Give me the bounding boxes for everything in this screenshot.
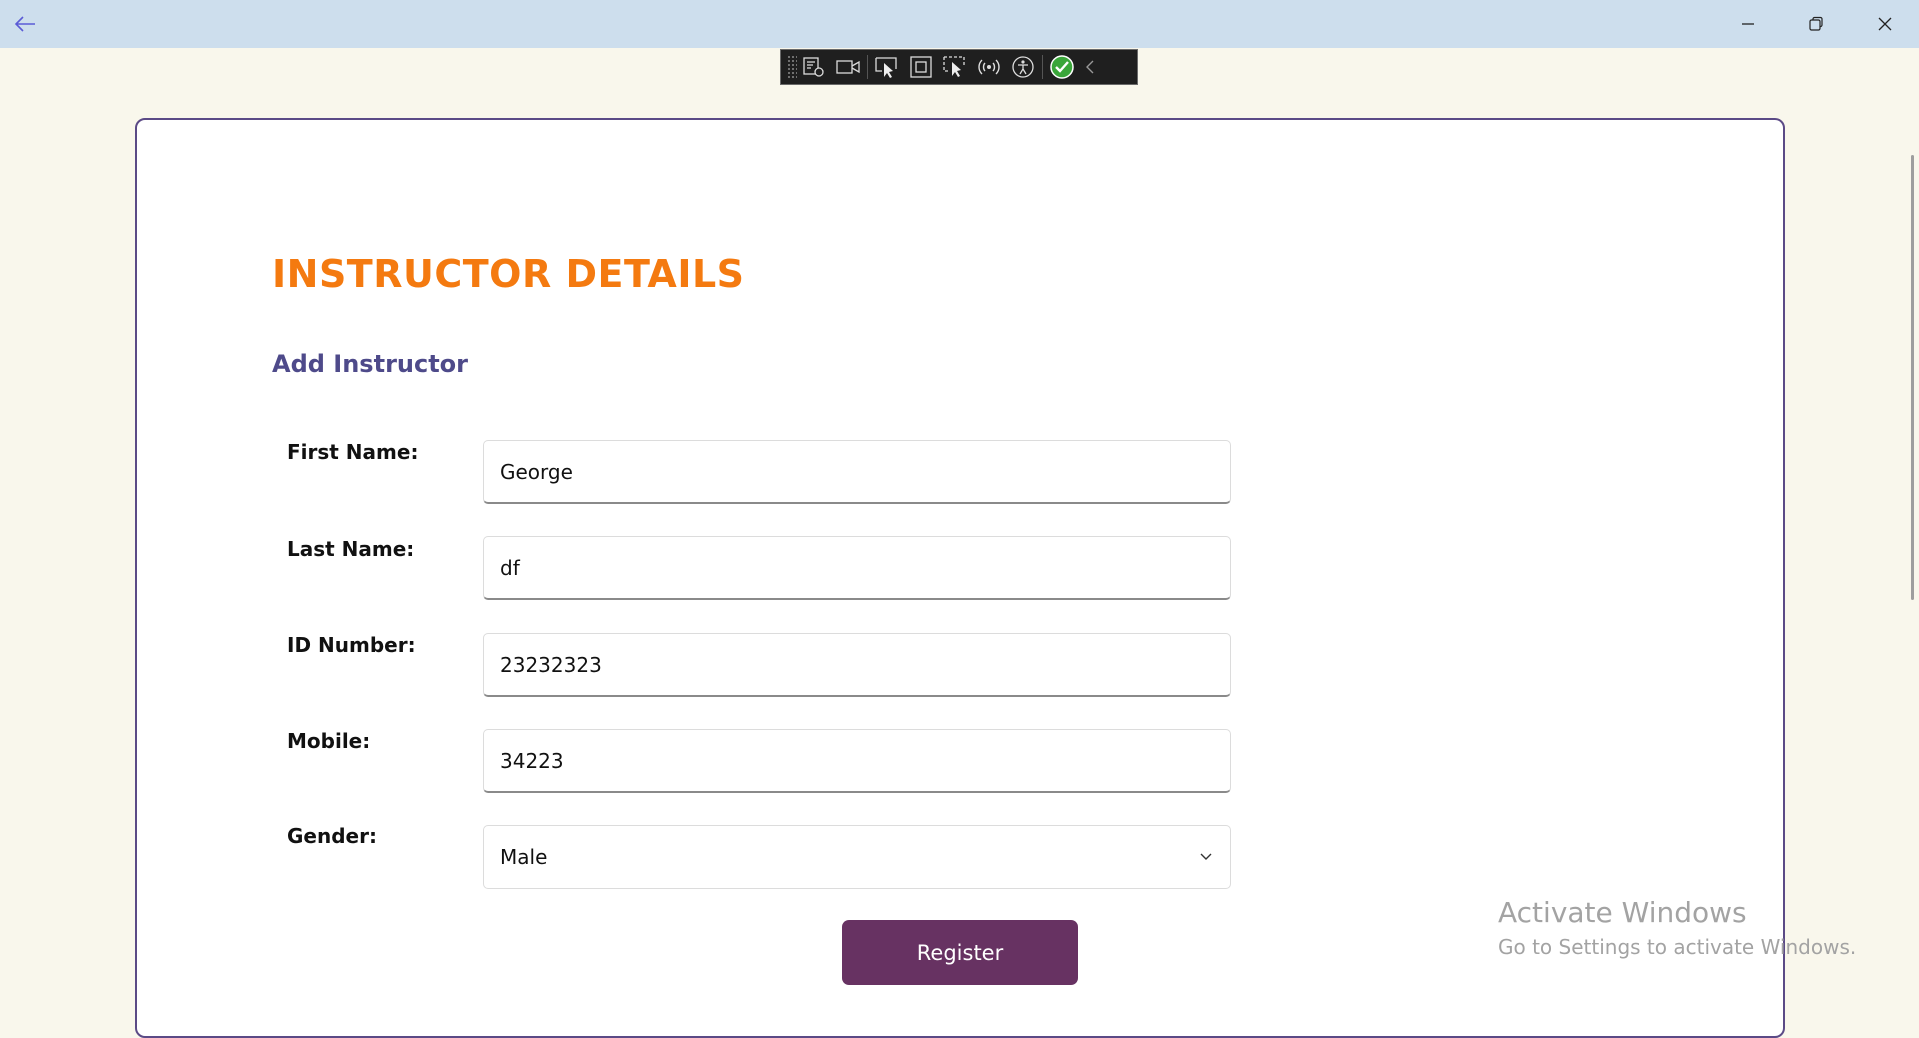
toolbar-grip[interactable] (787, 55, 797, 79)
live-visual-tree-button[interactable] (797, 52, 831, 82)
accessibility-button[interactable] (1006, 52, 1040, 82)
select-element-button[interactable] (870, 52, 904, 82)
track-focus-button[interactable] (938, 52, 972, 82)
first-name-label: First Name: (287, 440, 419, 464)
watermark-title: Activate Windows (1498, 896, 1747, 929)
xaml-debug-toolbar (780, 49, 1138, 85)
binding-check-icon (1050, 55, 1074, 79)
close-icon (1878, 17, 1892, 31)
accessibility-icon (1012, 56, 1034, 78)
video-button[interactable] (831, 52, 865, 82)
register-button[interactable]: Register (842, 920, 1078, 985)
gender-selected-value: Male (500, 845, 548, 869)
toolbar-separator (1042, 55, 1043, 79)
minimize-icon (1742, 23, 1754, 25)
live-visual-tree-icon (803, 57, 824, 77)
back-arrow-icon (14, 16, 35, 32)
window-titlebar (0, 0, 1919, 48)
restore-icon (1809, 16, 1823, 31)
mobile-input[interactable] (483, 729, 1231, 793)
binding-check-button[interactable] (1045, 52, 1079, 82)
gender-select[interactable]: Male (483, 825, 1231, 889)
id-number-input[interactable] (483, 633, 1231, 697)
back-button[interactable] (10, 10, 40, 38)
collapse-toolbar-button[interactable] (1079, 52, 1101, 82)
display-layout-adorners-icon (910, 56, 932, 78)
section-subtitle: Add Instructor (272, 350, 469, 378)
mobile-label: Mobile: (287, 729, 371, 753)
display-layout-adorners-button[interactable] (904, 52, 938, 82)
track-focus-icon (943, 56, 965, 77)
watermark-subtitle: Go to Settings to activate Windows. (1498, 935, 1857, 959)
toolbar-separator (867, 55, 868, 79)
chevron-down-icon (1200, 853, 1212, 860)
select-element-icon (875, 57, 897, 78)
minimize-button[interactable] (1714, 0, 1782, 48)
hot-reload-button[interactable] (972, 52, 1006, 82)
last-name-input[interactable] (483, 536, 1231, 600)
gender-label: Gender: (287, 824, 377, 848)
page-title: INSTRUCTOR DETAILS (272, 252, 745, 296)
vertical-scrollbar[interactable] (1911, 155, 1914, 600)
restore-button[interactable] (1782, 0, 1850, 48)
hot-reload-icon (978, 59, 1000, 75)
video-icon (836, 60, 860, 74)
last-name-label: Last Name: (287, 537, 415, 561)
activation-watermark: Activate Windows Go to Settings to activ… (1498, 896, 1856, 959)
close-button[interactable] (1851, 0, 1919, 48)
first-name-input[interactable] (483, 440, 1231, 504)
id-number-label: ID Number: (287, 633, 416, 657)
collapse-chevron-icon (1086, 60, 1094, 74)
